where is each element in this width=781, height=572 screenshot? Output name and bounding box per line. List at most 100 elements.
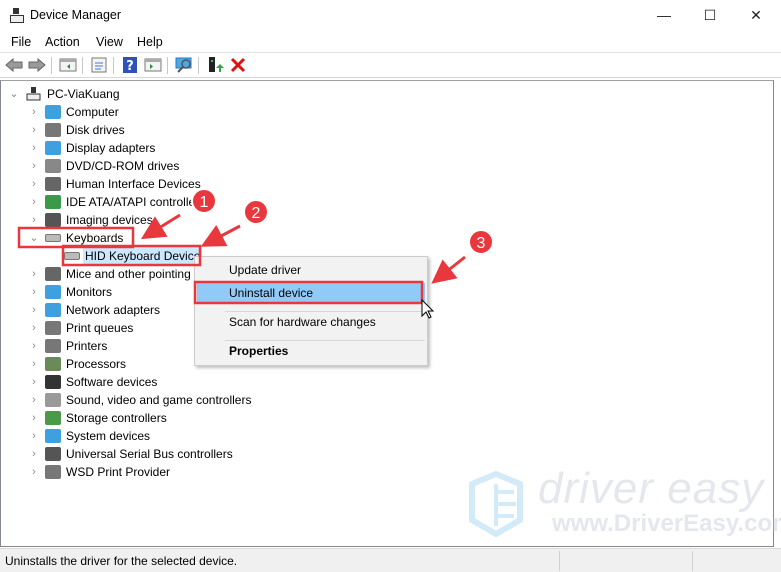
toolbar: ?: [0, 53, 781, 78]
chevron-right-icon[interactable]: ›: [29, 211, 39, 229]
back-icon[interactable]: [5, 57, 23, 73]
chevron-right-icon[interactable]: ›: [29, 355, 39, 373]
chevron-right-icon[interactable]: ›: [29, 301, 39, 319]
minimize-button[interactable]: —: [641, 0, 687, 31]
update-driver-icon[interactable]: [206, 57, 224, 73]
svg-text:?: ?: [126, 59, 134, 73]
chevron-right-icon[interactable]: ›: [29, 157, 39, 175]
status-text: Uninstalls the driver for the selected d…: [5, 554, 238, 568]
tree-item-label: DVD/CD-ROM drives: [66, 159, 180, 173]
toolbar-separator: [82, 57, 83, 74]
menu-item-uninstall-device[interactable]: Uninstall device: [197, 283, 425, 303]
help-icon[interactable]: ?: [121, 57, 139, 73]
chevron-down-icon[interactable]: ⌄: [29, 229, 39, 247]
driver-easy-watermark: driver easy www.DriverEasy.com: [466, 464, 781, 540]
title-bar: Device Manager — ☐ ✕: [0, 0, 781, 31]
display-adapter-icon: [45, 141, 61, 155]
chevron-right-icon[interactable]: ›: [29, 283, 39, 301]
tree-item-label: Storage controllers: [66, 411, 167, 425]
context-menu: Update driver Uninstall device Scan for …: [194, 256, 428, 366]
chevron-right-icon[interactable]: ›: [29, 319, 39, 337]
toolbar-separator: [51, 57, 52, 74]
tree-item-label: WSD Print Provider: [66, 465, 171, 479]
chevron-right-icon[interactable]: ›: [29, 121, 39, 139]
chevron-right-icon[interactable]: ›: [29, 409, 39, 427]
toolbar-separator: [198, 57, 199, 74]
chevron-down-icon[interactable]: ⌄: [9, 85, 19, 103]
menu-bar: File Action View Help: [0, 31, 781, 53]
forward-icon[interactable]: [28, 57, 46, 73]
status-divider: [559, 551, 560, 571]
tree-item-label: Imaging devices: [66, 213, 153, 227]
show-hide-console-tree-icon[interactable]: [59, 57, 77, 73]
tree-item-label: Disk drives: [66, 123, 125, 137]
tree-item-label: Keyboards: [66, 231, 124, 245]
tree-item-label: Network adapters: [66, 303, 161, 317]
ide-controller-icon: [45, 195, 61, 209]
tree-item-label: Print queues: [66, 321, 134, 335]
tree-item-label: Sound, video and game controllers: [66, 393, 252, 407]
chevron-right-icon[interactable]: ›: [29, 193, 39, 211]
printer-icon: [45, 321, 61, 335]
printer-icon: [45, 339, 61, 353]
chevron-right-icon[interactable]: ›: [29, 103, 39, 121]
tree-item-label: Monitors: [66, 285, 113, 299]
menu-item-update-driver[interactable]: Update driver: [197, 260, 425, 280]
chevron-right-icon[interactable]: ›: [29, 391, 39, 409]
tree-item-label: Printers: [66, 339, 108, 353]
keyboard-icon: [45, 234, 61, 242]
scan-hardware-icon[interactable]: [175, 57, 193, 73]
speaker-icon: [45, 393, 61, 407]
maximize-button[interactable]: ☐: [687, 0, 733, 31]
computer-root-icon: [26, 87, 42, 101]
software-device-icon: [45, 375, 61, 389]
watermark-brand: driver easy: [538, 464, 765, 513]
menu-item-properties[interactable]: Properties: [197, 341, 425, 361]
computer-icon: [45, 105, 61, 119]
network-adapter-icon: [45, 303, 61, 317]
disk-drive-icon: [45, 123, 61, 137]
monitor-icon: [45, 285, 61, 299]
close-button[interactable]: ✕: [733, 0, 779, 31]
chevron-right-icon[interactable]: ›: [29, 463, 39, 481]
tree-item-label: Display adapters: [66, 141, 156, 155]
toolbar-separator: [167, 57, 168, 74]
printer-icon: [45, 465, 61, 479]
tree-item-label: Human Interface Devices: [66, 177, 201, 191]
tree-item-label: Processors: [66, 357, 127, 371]
menu-item-scan-hardware[interactable]: Scan for hardware changes: [197, 312, 425, 332]
action-pane-icon[interactable]: [144, 57, 162, 73]
menu-file[interactable]: File: [11, 35, 31, 49]
tree-item-label: IDE ATA/ATAPI controllers: [66, 195, 206, 209]
tree-root-label: PC-ViaKuang: [47, 87, 120, 101]
usb-icon: [45, 447, 61, 461]
tree-item-label: Universal Serial Bus controllers: [66, 447, 233, 461]
system-device-icon: [45, 429, 61, 443]
chevron-right-icon[interactable]: ›: [29, 265, 39, 283]
window-title: Device Manager: [30, 8, 122, 22]
chevron-right-icon[interactable]: ›: [29, 139, 39, 157]
menu-action[interactable]: Action: [45, 35, 80, 49]
tree-item-label: System devices: [66, 429, 151, 443]
chevron-right-icon[interactable]: ›: [29, 445, 39, 463]
toolbar-separator: [113, 57, 114, 74]
chevron-right-icon[interactable]: ›: [29, 373, 39, 391]
device-manager-icon: [10, 8, 24, 23]
properties-icon[interactable]: [90, 57, 108, 73]
mouse-icon: [45, 267, 61, 281]
tree-item-label: Computer: [66, 105, 119, 119]
tree-item-label: Software devices: [66, 375, 158, 389]
status-divider: [692, 551, 693, 571]
keyboard-icon: [64, 252, 80, 260]
menu-help[interactable]: Help: [137, 35, 163, 49]
chevron-right-icon[interactable]: ›: [29, 175, 39, 193]
uninstall-icon[interactable]: [229, 57, 247, 73]
watermark-url: www.DriverEasy.com: [552, 510, 781, 537]
chevron-right-icon[interactable]: ›: [29, 427, 39, 445]
menu-view[interactable]: View: [96, 35, 123, 49]
dvd-drive-icon: [45, 159, 61, 173]
hid-icon: [45, 177, 61, 191]
chevron-right-icon[interactable]: ›: [29, 337, 39, 355]
tree-item-label: HID Keyboard Device: [83, 247, 203, 265]
storage-controller-icon: [45, 411, 61, 425]
